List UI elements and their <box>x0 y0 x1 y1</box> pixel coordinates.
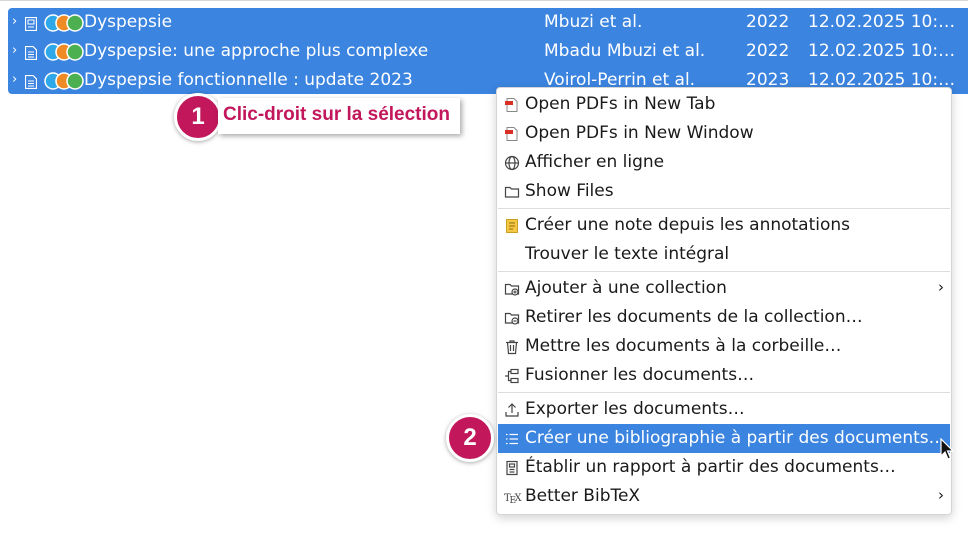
item-date-modified: 12.02.2025 10:… <box>808 41 956 61</box>
table-row[interactable]: › Dyspepsie: une approche plus complexe … <box>8 37 968 66</box>
menu-item-create-bibliography[interactable]: Créer une bibliographie à partir des doc… <box>498 424 950 453</box>
menu-item-create-note[interactable]: Créer une note depuis les annotations <box>498 211 950 240</box>
mouse-cursor-icon <box>940 437 955 462</box>
tag-colors-icon <box>44 14 84 32</box>
menu-item-open-pdfs-new-tab[interactable]: Open PDFs in New Tab <box>498 90 950 119</box>
collection-add-icon <box>504 281 520 297</box>
menu-item-add-to-collection[interactable]: Ajouter à une collection › <box>498 274 950 303</box>
collection-remove-icon <box>504 310 520 326</box>
chevron-right-icon[interactable]: › <box>12 14 17 29</box>
step-1-text: Clic-droit sur la sélection <box>223 104 450 125</box>
step-1-badge: 1 <box>174 93 222 141</box>
book-section-icon <box>24 16 38 32</box>
menu-item-move-to-trash[interactable]: Mettre les documents à la corbeille… <box>498 332 950 361</box>
item-title: Dyspepsie fonctionnelle : update 2023 <box>84 70 413 90</box>
menu-separator <box>498 392 950 393</box>
menu-item-remove-from-collection[interactable]: Retirer les documents de la collection… <box>498 303 950 332</box>
menu-item-open-pdfs-new-window[interactable]: Open PDFs in New Window <box>498 119 950 148</box>
globe-icon <box>504 155 520 171</box>
menu-item-better-bibtex[interactable]: TEX Better BibTeX › <box>498 482 950 511</box>
item-year: 2022 <box>746 41 790 61</box>
menu-item-merge-items[interactable]: Fusionner les documents… <box>498 361 950 390</box>
chevron-right-icon[interactable]: › <box>12 72 17 87</box>
pdf-icon <box>504 97 520 113</box>
item-date-modified: 12.02.2025 10:… <box>808 12 956 32</box>
chevron-right-icon[interactable]: › <box>12 43 17 58</box>
tag-colors-icon <box>44 72 84 90</box>
bibliography-list-icon <box>504 431 520 447</box>
step-2-badge: 2 <box>446 414 494 462</box>
context-menu: Open PDFs in New Tab Open PDFs in New Wi… <box>496 87 952 515</box>
tex-icon: TEX <box>504 489 523 506</box>
note-icon <box>504 218 520 234</box>
menu-separator <box>498 271 950 272</box>
menu-item-export-items[interactable]: Exporter les documents… <box>498 395 950 424</box>
trash-icon <box>504 339 520 355</box>
menu-item-generate-report[interactable]: Établir un rapport à partir des document… <box>498 453 950 482</box>
menu-separator <box>498 208 950 209</box>
report-icon <box>504 460 520 476</box>
item-year: 2022 <box>746 12 790 32</box>
menu-item-find-full-text[interactable]: Trouver le texte intégral <box>498 240 950 269</box>
step-1-callout: Clic-droit sur la sélection <box>218 98 460 134</box>
export-icon <box>504 402 520 418</box>
item-title: Dyspepsie <box>84 12 173 32</box>
menu-item-show-files[interactable]: Show Files <box>498 177 950 206</box>
submenu-chevron-icon: › <box>938 278 944 296</box>
tag-colors-icon <box>44 43 84 61</box>
document-icon <box>24 45 38 61</box>
item-creator: Mbadu Mbuzi et al. <box>544 41 706 61</box>
document-icon <box>24 74 38 90</box>
item-title: Dyspepsie: une approche plus complexe <box>84 41 429 61</box>
pdf-icon <box>504 126 520 142</box>
item-creator: Mbuzi et al. <box>544 12 643 32</box>
submenu-chevron-icon: › <box>938 486 944 504</box>
folder-icon <box>504 184 520 200</box>
merge-icon <box>504 368 520 384</box>
svg-text:X: X <box>515 493 523 504</box>
table-row[interactable]: › Dyspepsie Mbuzi et al. 2022 12.02.2025… <box>8 8 968 37</box>
menu-item-view-online[interactable]: Afficher en ligne <box>498 148 950 177</box>
